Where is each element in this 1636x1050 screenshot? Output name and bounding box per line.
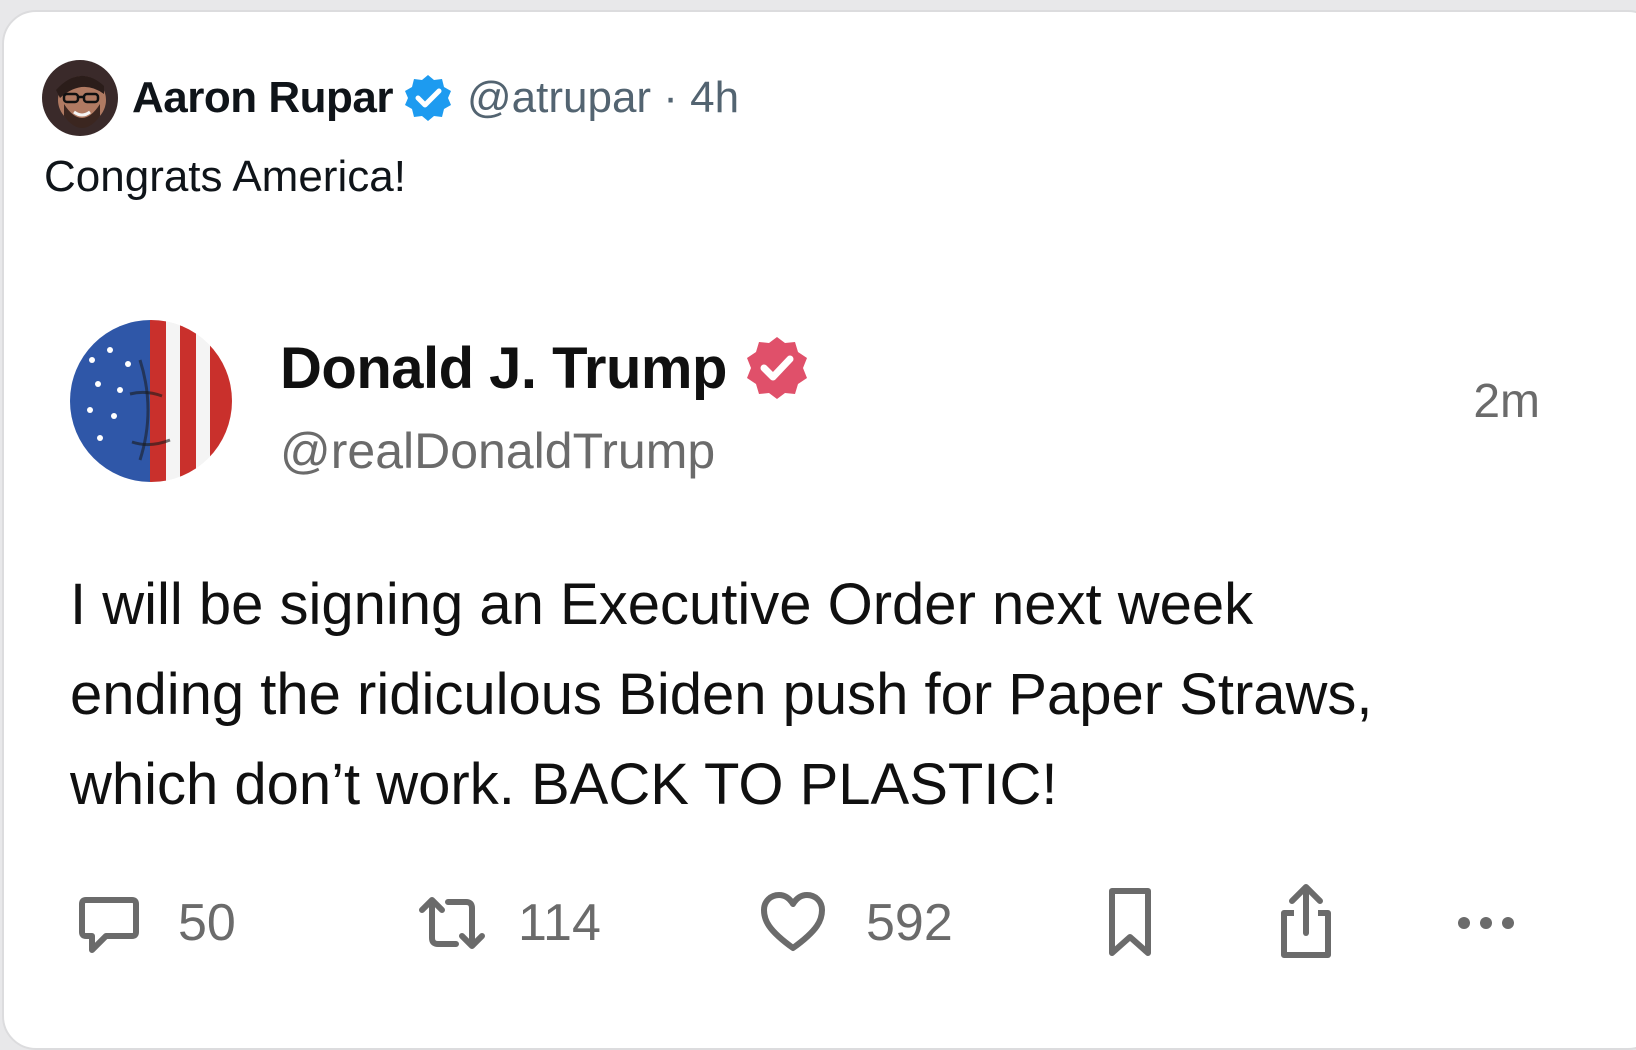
bookmark-icon xyxy=(1109,888,1151,956)
like-count: 592 xyxy=(866,894,953,952)
outer-handle-time[interactable]: @atrupar · 4h xyxy=(467,73,739,123)
quoted-timestamp[interactable]: 2m xyxy=(1473,374,1540,429)
body-line: ending the ridiculous Biden push for Pap… xyxy=(70,662,1373,727)
more-button[interactable] xyxy=(1454,878,1518,968)
reply-icon xyxy=(79,897,139,953)
repost-count: 114 xyxy=(518,894,601,952)
like-button[interactable]: 592 xyxy=(758,878,953,968)
avatar[interactable] xyxy=(42,60,118,136)
more-icon xyxy=(1458,917,1514,929)
reply-count: 50 xyxy=(178,894,236,952)
quoted-name-row: Donald J. Trump xyxy=(280,334,811,402)
bookmark-button[interactable] xyxy=(1102,878,1158,968)
repost-button[interactable]: 114 xyxy=(414,878,601,968)
quoted-author-name[interactable]: Donald J. Trump xyxy=(280,335,727,402)
verified-badge-icon xyxy=(746,337,807,399)
reply-button[interactable]: 50 xyxy=(74,878,236,968)
quoted-post-body: I will be signing an Executive Order nex… xyxy=(70,560,1550,830)
body-line: which don’t work. BACK TO PLASTIC! xyxy=(70,752,1058,817)
like-icon xyxy=(761,892,825,951)
share-icon xyxy=(1281,884,1331,958)
quoted-handle[interactable]: @realDonaldTrump xyxy=(280,422,715,480)
outer-post-text: Congrats America! xyxy=(44,152,406,201)
quoted-avatar[interactable] xyxy=(70,320,232,482)
verified-badge-icon xyxy=(404,75,451,121)
outer-author-name[interactable]: Aaron Rupar xyxy=(132,73,393,123)
post-card: Aaron Rupar @atrupar · 4h Congrats Ameri… xyxy=(2,10,1636,1050)
action-bar: 50 114 592 xyxy=(74,878,1534,968)
outer-post-header: Aaron Rupar @atrupar · 4h xyxy=(42,58,739,138)
body-line: I will be signing an Executive Order nex… xyxy=(70,572,1254,637)
share-button[interactable] xyxy=(1274,878,1338,968)
repost-icon xyxy=(419,897,485,949)
